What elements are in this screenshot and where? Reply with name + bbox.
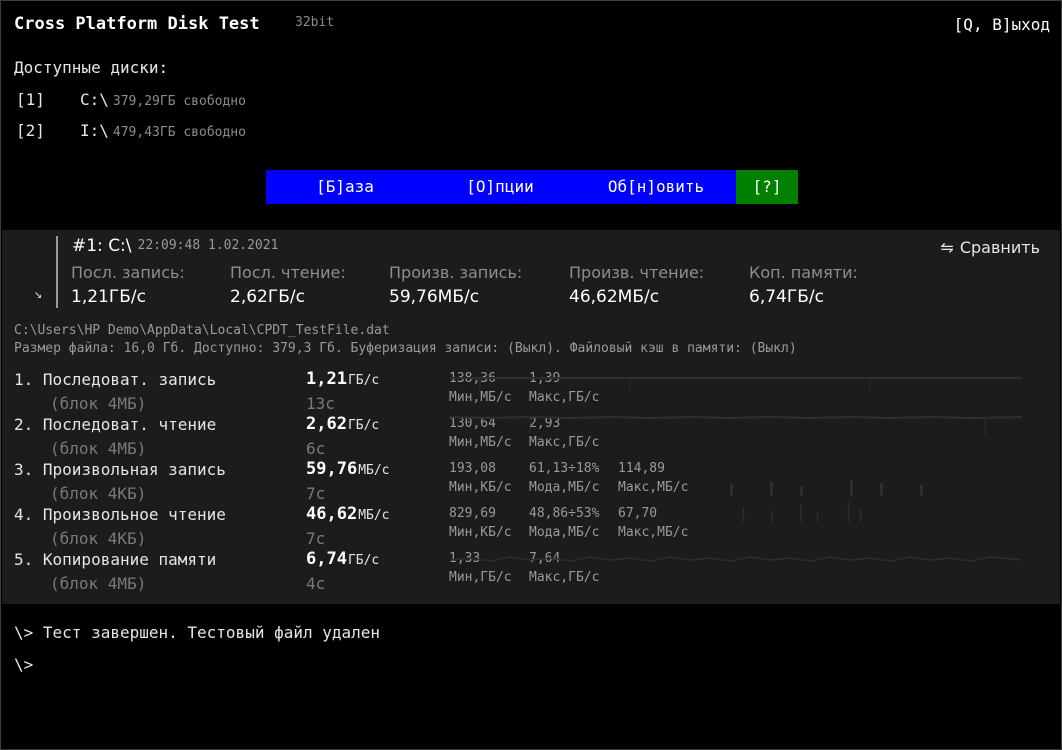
stat-max-label: Макс,ГБ/с: [529, 435, 600, 450]
test-duration: 13с: [306, 394, 335, 413]
test-value-number: 1,21: [306, 369, 347, 389]
run-title: #1: C:\: [72, 236, 132, 256]
test-block: (блок 4МБ): [50, 439, 147, 458]
menu-bar: [Б]аза [О]пции Об[н]овить [?]: [266, 170, 798, 204]
throughput-sparkline: [450, 556, 1022, 562]
available-disks-label: Доступные диски:: [14, 58, 169, 77]
disk-free-space: 479,43ГБ свободно: [112, 125, 246, 140]
summary-header-mem-copy: Коп. памяти:: [749, 263, 858, 282]
summary-header-rand-write: Произв. запись:: [389, 263, 523, 282]
throughput-sparkline: [450, 377, 1022, 392]
test-duration: 4с: [306, 574, 326, 593]
stat-max-label: Макс,ГБ/с: [529, 570, 600, 585]
app-title: Cross Platform Disk Test: [14, 14, 260, 34]
disk-drive: C:\: [80, 90, 109, 109]
quit-button[interactable]: [Q, В]ыход: [954, 15, 1050, 34]
test-value-unit: ГБ/с: [347, 373, 380, 388]
stat-min-label: Мин,ГБ/с: [449, 570, 512, 585]
test-name: 2. Последоват. чтение: [14, 415, 217, 434]
compare-label: Сравнить: [959, 238, 1040, 257]
test-value: 59,76МБ/с: [306, 459, 390, 479]
test-name: 4. Произвольное чтение: [14, 505, 226, 524]
test-value: 1,21ГБ/с: [306, 369, 379, 389]
swap-arrows-icon: ⇋: [940, 238, 954, 257]
console-prompt[interactable]: \>: [14, 655, 33, 674]
test-duration: 6с: [306, 439, 326, 458]
test-value-unit: МБ/с: [358, 463, 390, 478]
summary-header-seq-write: Посл. запись:: [71, 263, 185, 282]
test-value-number: 46,62: [306, 504, 358, 524]
stat-min-label: Мин,КБ/с: [449, 525, 512, 540]
menu-base[interactable]: [Б]аза: [266, 170, 424, 204]
stat-max-label: Макс,МБ/с: [618, 525, 689, 540]
test-duration: 7с: [306, 529, 326, 548]
test-block: (блок 4МБ): [50, 574, 147, 593]
disk-drive: I:\: [80, 121, 109, 140]
test-name: 5. Копирование памяти: [14, 550, 217, 569]
console-line-status: \> Тест завершен. Тестовый файл удален: [14, 623, 381, 642]
run-header: #1: C:\ 22:09:48 1.02.2021: [72, 236, 278, 256]
disk-option-c[interactable]: [1] C:\ 379,29ГБ свободно: [16, 90, 246, 109]
test-duration: 7с: [306, 484, 326, 503]
summary-value-rand-write: 59,76МБ/с: [389, 287, 480, 307]
compare-button[interactable]: ⇋ Сравнить: [940, 238, 1040, 257]
stat-min-label: Мин,МБ/с: [449, 435, 512, 450]
test-file-path: C:\Users\HP Demo\AppData\Local\CPDT_Test…: [14, 323, 390, 338]
throughput-sparkline: [450, 415, 1022, 435]
test-block: (блок 4КБ): [50, 484, 147, 503]
test-value-unit: ГБ/с: [347, 418, 380, 433]
test-block: (блок 4МБ): [50, 394, 147, 413]
disk-key: [2]: [16, 121, 45, 140]
menu-update[interactable]: Об[н]овить: [576, 170, 736, 204]
disk-key: [1]: [16, 90, 45, 109]
test-block: (блок 4КБ): [50, 529, 147, 548]
run-timestamp: 22:09:48 1.02.2021: [137, 238, 279, 253]
test-value-unit: МБ/с: [358, 508, 390, 523]
test-value: 2,62ГБ/с: [306, 414, 379, 434]
menu-options[interactable]: [О]пции: [424, 170, 576, 204]
test-file-info: Размер файла: 16,0 Гб. Доступно: 379,3 Г…: [14, 341, 797, 356]
disk-free-space: 379,29ГБ свободно: [112, 94, 246, 109]
collapse-arrow-icon[interactable]: ↘: [34, 286, 42, 302]
test-value: 6,74ГБ/с: [306, 549, 379, 569]
test-name: 1. Последоват. запись: [14, 370, 217, 389]
test-value: 46,62МБ/с: [306, 504, 390, 524]
disk-option-i[interactable]: [2] I:\ 479,43ГБ свободно: [16, 121, 246, 140]
summary-value-rand-read: 46,62МБ/с: [569, 287, 660, 307]
summary-value-mem-copy: 6,74ГБ/с: [749, 287, 824, 307]
test-value-number: 6,74: [306, 549, 347, 569]
test-value-number: 2,62: [306, 414, 347, 434]
throughput-sparkline: [730, 480, 923, 496]
summary-header-rand-read: Произв. чтение:: [569, 263, 705, 282]
menu-help[interactable]: [?]: [736, 170, 798, 204]
summary-value-seq-read: 2,62ГБ/с: [230, 287, 305, 307]
test-value-number: 59,76: [306, 459, 358, 479]
summary-value-seq-write: 1,21ГБ/с: [71, 287, 146, 307]
run-bracket: [56, 236, 58, 308]
stat-mode-label: Мода,МБ/с: [529, 525, 600, 540]
test-value-unit: ГБ/с: [347, 553, 380, 568]
test-name: 3. Произвольная запись: [14, 460, 226, 479]
bitness-label: 32bit: [295, 15, 335, 30]
throughput-sparkline: [742, 501, 862, 522]
summary-header-seq-read: Посл. чтение:: [230, 263, 346, 282]
